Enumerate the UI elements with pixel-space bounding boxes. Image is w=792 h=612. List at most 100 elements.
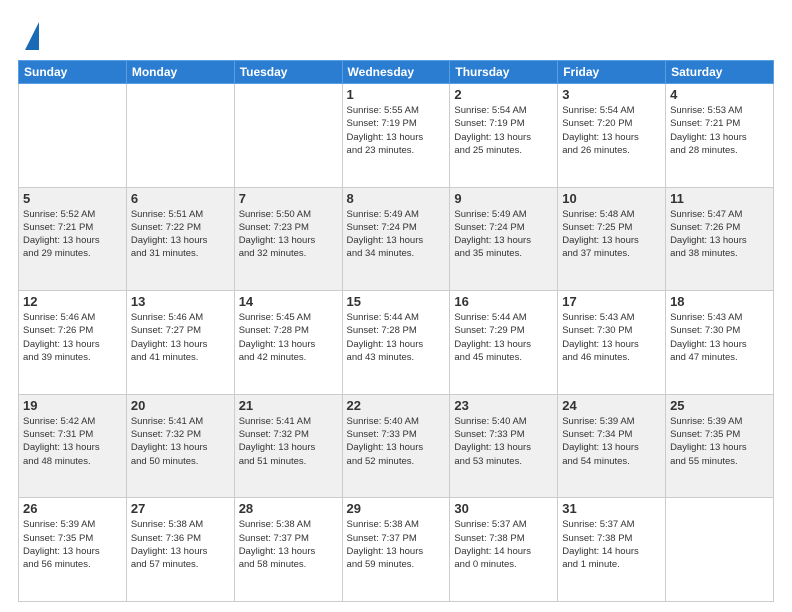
cell-date-number: 15	[347, 294, 446, 309]
page: SundayMondayTuesdayWednesdayThursdayFrid…	[0, 0, 792, 612]
cell-date-number: 11	[670, 191, 769, 206]
weekday-header-row: SundayMondayTuesdayWednesdayThursdayFrid…	[19, 61, 774, 84]
calendar-row-2: 12 Sunrise: 5:46 AM Sunset: 7:26 PM Dayli…	[19, 291, 774, 395]
calendar-cell: 31 Sunrise: 5:37 AM Sunset: 7:38 PM Dayli…	[558, 498, 666, 602]
cell-info-text: Sunrise: 5:40 AM Sunset: 7:33 PM Dayligh…	[347, 415, 446, 468]
cell-info-text: Sunrise: 5:39 AM Sunset: 7:34 PM Dayligh…	[562, 415, 661, 468]
cell-info-text: Sunrise: 5:39 AM Sunset: 7:35 PM Dayligh…	[670, 415, 769, 468]
cell-info-text: Sunrise: 5:37 AM Sunset: 7:38 PM Dayligh…	[454, 518, 553, 571]
calendar-cell	[666, 498, 774, 602]
cell-date-number: 8	[347, 191, 446, 206]
cell-date-number: 26	[23, 501, 122, 516]
calendar-cell: 12 Sunrise: 5:46 AM Sunset: 7:26 PM Dayli…	[19, 291, 127, 395]
calendar-cell: 22Sunrise: 5:40 AM Sunset: 7:33 PM Dayli…	[342, 394, 450, 498]
calendar-cell: 3 Sunrise: 5:54 AM Sunset: 7:20 PM Daylig…	[558, 84, 666, 188]
cell-date-number: 14	[239, 294, 338, 309]
cell-date-number: 5	[23, 191, 122, 206]
cell-info-text: Sunrise: 5:45 AM Sunset: 7:28 PM Dayligh…	[239, 311, 338, 364]
cell-date-number: 7	[239, 191, 338, 206]
cell-info-text: Sunrise: 5:52 AM Sunset: 7:21 PM Dayligh…	[23, 208, 122, 261]
calendar-cell: 7 Sunrise: 5:50 AM Sunset: 7:23 PM Daylig…	[234, 187, 342, 291]
cell-date-number: 4	[670, 87, 769, 102]
calendar-cell: 8 Sunrise: 5:49 AM Sunset: 7:24 PM Daylig…	[342, 187, 450, 291]
cell-date-number: 28	[239, 501, 338, 516]
calendar-cell: 2Sunrise: 5:54 AM Sunset: 7:19 PM Daylig…	[450, 84, 558, 188]
cell-date-number: 9	[454, 191, 553, 206]
cell-info-text: Sunrise: 5:54 AM Sunset: 7:19 PM Dayligh…	[454, 104, 553, 157]
cell-info-text: Sunrise: 5:49 AM Sunset: 7:24 PM Dayligh…	[454, 208, 553, 261]
calendar-cell: 10 Sunrise: 5:48 AM Sunset: 7:25 PM Dayli…	[558, 187, 666, 291]
cell-date-number: 10	[562, 191, 661, 206]
calendar-cell: 19Sunrise: 5:42 AM Sunset: 7:31 PM Dayli…	[19, 394, 127, 498]
weekday-header-saturday: Saturday	[666, 61, 774, 84]
cell-info-text: Sunrise: 5:38 AM Sunset: 7:37 PM Dayligh…	[347, 518, 446, 571]
cell-info-text: Sunrise: 5:50 AM Sunset: 7:23 PM Dayligh…	[239, 208, 338, 261]
cell-date-number: 20	[131, 398, 230, 413]
cell-info-text: Sunrise: 5:46 AM Sunset: 7:27 PM Dayligh…	[131, 311, 230, 364]
weekday-header-sunday: Sunday	[19, 61, 127, 84]
calendar-cell: 18 Sunrise: 5:43 AM Sunset: 7:30 PM Dayli…	[666, 291, 774, 395]
cell-info-text: Sunrise: 5:43 AM Sunset: 7:30 PM Dayligh…	[562, 311, 661, 364]
cell-date-number: 1	[347, 87, 446, 102]
calendar-cell: 21Sunrise: 5:41 AM Sunset: 7:32 PM Dayli…	[234, 394, 342, 498]
cell-date-number: 3	[562, 87, 661, 102]
cell-info-text: Sunrise: 5:43 AM Sunset: 7:30 PM Dayligh…	[670, 311, 769, 364]
calendar-cell: 1 Sunrise: 5:55 AM Sunset: 7:19 PM Daylig…	[342, 84, 450, 188]
cell-info-text: Sunrise: 5:51 AM Sunset: 7:22 PM Dayligh…	[131, 208, 230, 261]
calendar-cell: 13 Sunrise: 5:46 AM Sunset: 7:27 PM Dayli…	[126, 291, 234, 395]
cell-date-number: 31	[562, 501, 661, 516]
cell-date-number: 25	[670, 398, 769, 413]
cell-info-text: Sunrise: 5:54 AM Sunset: 7:20 PM Dayligh…	[562, 104, 661, 157]
weekday-header-wednesday: Wednesday	[342, 61, 450, 84]
calendar-cell: 14 Sunrise: 5:45 AM Sunset: 7:28 PM Dayli…	[234, 291, 342, 395]
weekday-header-tuesday: Tuesday	[234, 61, 342, 84]
cell-date-number: 21	[239, 398, 338, 413]
cell-info-text: Sunrise: 5:44 AM Sunset: 7:28 PM Dayligh…	[347, 311, 446, 364]
cell-info-text: Sunrise: 5:48 AM Sunset: 7:25 PM Dayligh…	[562, 208, 661, 261]
cell-date-number: 29	[347, 501, 446, 516]
cell-info-text: Sunrise: 5:42 AM Sunset: 7:31 PM Dayligh…	[23, 415, 122, 468]
cell-info-text: Sunrise: 5:38 AM Sunset: 7:36 PM Dayligh…	[131, 518, 230, 571]
cell-info-text: Sunrise: 5:46 AM Sunset: 7:26 PM Dayligh…	[23, 311, 122, 364]
calendar-table: SundayMondayTuesdayWednesdayThursdayFrid…	[18, 60, 774, 602]
calendar-cell: 26 Sunrise: 5:39 AM Sunset: 7:35 PM Dayli…	[19, 498, 127, 602]
calendar-cell: 28 Sunrise: 5:38 AM Sunset: 7:37 PM Dayli…	[234, 498, 342, 602]
weekday-header-friday: Friday	[558, 61, 666, 84]
cell-info-text: Sunrise: 5:49 AM Sunset: 7:24 PM Dayligh…	[347, 208, 446, 261]
weekday-header-thursday: Thursday	[450, 61, 558, 84]
calendar-cell: 24Sunrise: 5:39 AM Sunset: 7:34 PM Dayli…	[558, 394, 666, 498]
cell-date-number: 18	[670, 294, 769, 309]
calendar-cell: 16 Sunrise: 5:44 AM Sunset: 7:29 PM Dayli…	[450, 291, 558, 395]
calendar-cell: 29 Sunrise: 5:38 AM Sunset: 7:37 PM Dayli…	[342, 498, 450, 602]
cell-info-text: Sunrise: 5:38 AM Sunset: 7:37 PM Dayligh…	[239, 518, 338, 571]
calendar-cell	[126, 84, 234, 188]
calendar-cell: 15 Sunrise: 5:44 AM Sunset: 7:28 PM Dayli…	[342, 291, 450, 395]
cell-date-number: 13	[131, 294, 230, 309]
calendar-cell	[234, 84, 342, 188]
calendar-cell: 5 Sunrise: 5:52 AM Sunset: 7:21 PM Daylig…	[19, 187, 127, 291]
calendar-cell: 11Sunrise: 5:47 AM Sunset: 7:26 PM Dayli…	[666, 187, 774, 291]
calendar-cell: 30 Sunrise: 5:37 AM Sunset: 7:38 PM Dayli…	[450, 498, 558, 602]
calendar-cell: 27Sunrise: 5:38 AM Sunset: 7:36 PM Dayli…	[126, 498, 234, 602]
calendar-row-3: 19Sunrise: 5:42 AM Sunset: 7:31 PM Dayli…	[19, 394, 774, 498]
weekday-header-monday: Monday	[126, 61, 234, 84]
logo-triangle-icon	[25, 22, 39, 50]
calendar-row-1: 5 Sunrise: 5:52 AM Sunset: 7:21 PM Daylig…	[19, 187, 774, 291]
calendar-cell: 9 Sunrise: 5:49 AM Sunset: 7:24 PM Daylig…	[450, 187, 558, 291]
cell-info-text: Sunrise: 5:39 AM Sunset: 7:35 PM Dayligh…	[23, 518, 122, 571]
cell-date-number: 12	[23, 294, 122, 309]
cell-date-number: 30	[454, 501, 553, 516]
cell-info-text: Sunrise: 5:55 AM Sunset: 7:19 PM Dayligh…	[347, 104, 446, 157]
cell-date-number: 23	[454, 398, 553, 413]
calendar-cell: 23Sunrise: 5:40 AM Sunset: 7:33 PM Dayli…	[450, 394, 558, 498]
cell-info-text: Sunrise: 5:41 AM Sunset: 7:32 PM Dayligh…	[131, 415, 230, 468]
calendar-cell: 20 Sunrise: 5:41 AM Sunset: 7:32 PM Dayli…	[126, 394, 234, 498]
calendar-cell: 4Sunrise: 5:53 AM Sunset: 7:21 PM Daylig…	[666, 84, 774, 188]
cell-date-number: 6	[131, 191, 230, 206]
cell-info-text: Sunrise: 5:44 AM Sunset: 7:29 PM Dayligh…	[454, 311, 553, 364]
calendar-cell: 17Sunrise: 5:43 AM Sunset: 7:30 PM Dayli…	[558, 291, 666, 395]
calendar-cell: 25 Sunrise: 5:39 AM Sunset: 7:35 PM Dayli…	[666, 394, 774, 498]
cell-info-text: Sunrise: 5:37 AM Sunset: 7:38 PM Dayligh…	[562, 518, 661, 571]
calendar-row-4: 26 Sunrise: 5:39 AM Sunset: 7:35 PM Dayli…	[19, 498, 774, 602]
cell-date-number: 16	[454, 294, 553, 309]
